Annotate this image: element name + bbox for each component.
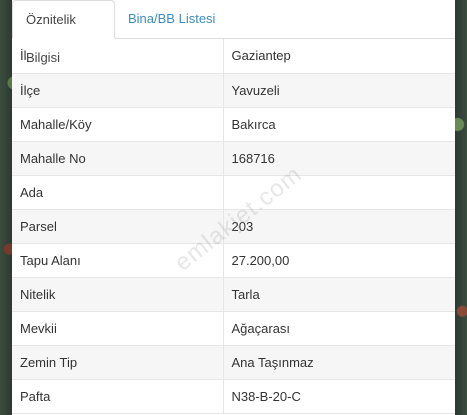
row-key-parsel: Parsel: [12, 209, 224, 244]
table-row: Tapu Alanı 27.200,00: [12, 243, 455, 278]
table-row: Parsel 203: [12, 209, 455, 244]
row-value-nitelik: Tarla: [223, 277, 455, 312]
row-value-ilce: Yavuzeli: [223, 73, 455, 108]
row-value-il: Gaziantep: [223, 39, 455, 74]
row-value-pafta: N38-B-20-C: [223, 379, 455, 414]
table-row: Ada: [12, 175, 455, 210]
row-key-pafta: Pafta: [12, 379, 224, 414]
tab-bar: Öznitelik Bilgisi Bina/BB Listesi: [12, 0, 455, 65]
row-key-mahalle-koy: Mahalle/Köy: [12, 107, 224, 142]
row-key-tapu-alani: Tapu Alanı: [12, 243, 224, 278]
table-row: Mahalle No 168716: [12, 141, 455, 176]
attribute-table: İl Gaziantep İlçe Yavuzeli Mahalle/Köy B…: [12, 39, 455, 414]
row-value-mevkii: Ağaçarası: [223, 311, 455, 346]
table-row: Mahalle/Köy Bakırca: [12, 107, 455, 142]
table-row: İl Gaziantep: [12, 39, 455, 74]
row-value-ada: [223, 175, 455, 210]
row-key-ada: Ada: [12, 175, 224, 210]
table-row: İlçe Yavuzeli: [12, 73, 455, 108]
row-value-zemin-tip: Ana Taşınmaz: [223, 345, 455, 380]
tab-bina-bb-listesi[interactable]: Bina/BB Listesi: [115, 0, 228, 38]
table-row: Nitelik Tarla: [12, 277, 455, 312]
table-row: Mevkii Ağaçarası: [12, 311, 455, 346]
row-value-mahalle-koy: Bakırca: [223, 107, 455, 142]
tab-oznitelik-bilgisi[interactable]: Öznitelik Bilgisi: [12, 0, 115, 65]
row-key-ilce: İlçe: [12, 73, 224, 108]
table-row: Zemin Tip Ana Taşınmaz: [12, 345, 455, 380]
row-key-mahalle-no: Mahalle No: [12, 141, 224, 176]
row-value-parsel: 203: [223, 209, 455, 244]
row-key-zemin-tip: Zemin Tip: [12, 345, 224, 380]
row-key-mevkii: Mevkii: [12, 311, 224, 346]
attribute-panel: Öznitelik Bilgisi Bina/BB Listesi İl Gaz…: [12, 0, 455, 415]
row-value-mahalle-no: 168716: [223, 141, 455, 176]
row-value-tapu-alani: 27.200,00: [223, 243, 455, 278]
row-key-nitelik: Nitelik: [12, 277, 224, 312]
table-row: Pafta N38-B-20-C: [12, 379, 455, 414]
